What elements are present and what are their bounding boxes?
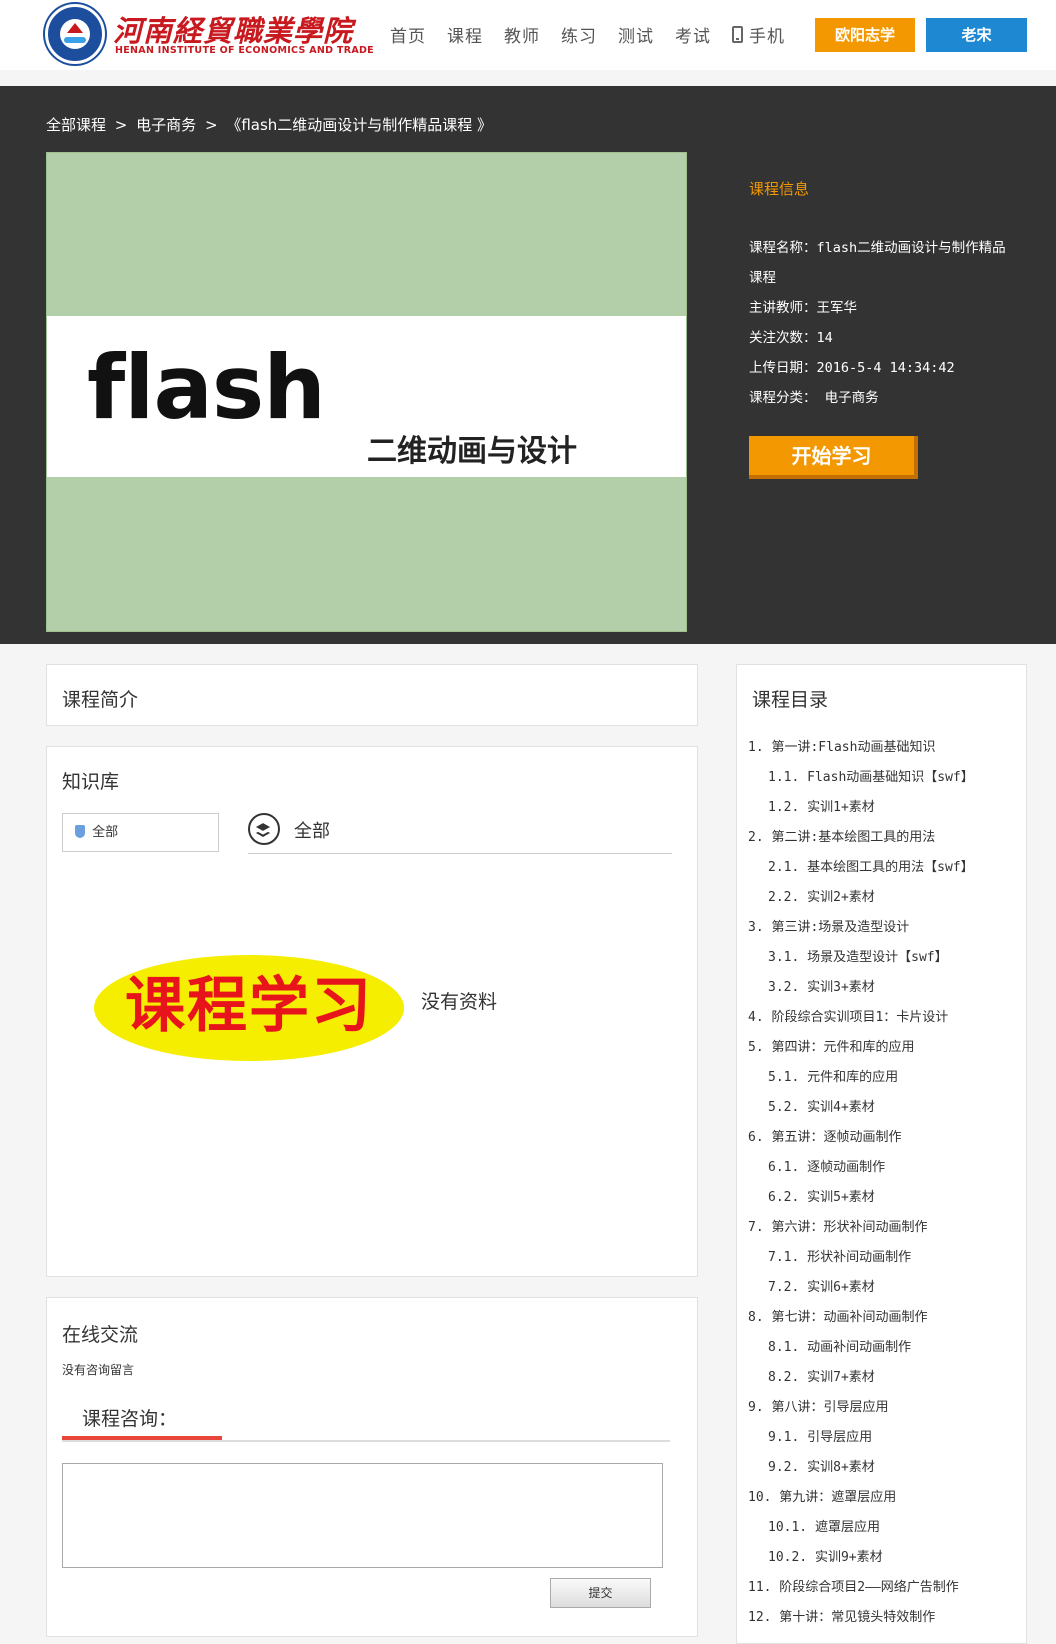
catalog-subitem[interactable]: 10.1. 遮罩层应用 bbox=[748, 1513, 1023, 1543]
nav-home[interactable]: 首页 bbox=[390, 22, 426, 47]
catalog-subitem[interactable]: 5.1. 元件和库的应用 bbox=[748, 1063, 1023, 1093]
cover-subtitle: 二维动画与设计 bbox=[367, 434, 577, 469]
course-name-row: 课程名称：flash二维动画设计与制作精品 bbox=[749, 240, 1006, 256]
college-seal-icon bbox=[45, 4, 105, 64]
catalog-subitem[interactable]: 10.2. 实训9+素材 bbox=[748, 1543, 1023, 1573]
start-learning-button[interactable]: 开始学习 bbox=[749, 436, 918, 479]
catalog-subitem[interactable]: 1.2. 实训1+素材 bbox=[748, 793, 1023, 823]
tree-node-icon bbox=[75, 825, 85, 838]
course-catalog-title: 课程目录 bbox=[752, 689, 829, 711]
breadcrumb-category[interactable]: 电子商务 bbox=[136, 116, 196, 134]
knowledge-tree[interactable]: 全部 bbox=[62, 813, 219, 852]
catalog-chapter[interactable]: 2. 第二讲:基本绘图工具的用法 bbox=[748, 823, 1023, 853]
catalog-chapter[interactable]: 11. 阶段综合项目2——网络广告制作 bbox=[748, 1573, 1023, 1603]
course-teacher-row: 主讲教师：王军华 bbox=[749, 300, 857, 316]
catalog-subitem[interactable]: 8.2. 实训7+素材 bbox=[748, 1363, 1023, 1393]
course-category-row: 课程分类： 电子商务 bbox=[749, 390, 879, 406]
catalog-chapter[interactable]: 7. 第六讲：形状补间动画制作 bbox=[748, 1213, 1023, 1243]
cover-banner: flash 二维动画与设计 bbox=[47, 316, 686, 477]
catalog-chapter[interactable]: 3. 第三讲:场景及造型设计 bbox=[748, 913, 1023, 943]
logo-chinese-name: 河南経貿職業學院 bbox=[113, 14, 354, 48]
catalog-list: 1. 第一讲:Flash动画基础知识 1.1. Flash动画基础知识【swf】 1… bbox=[748, 733, 1023, 1633]
breadcrumb-separator: > bbox=[204, 116, 218, 134]
knowledge-header: 全部 bbox=[248, 813, 672, 854]
nav-teachers[interactable]: 教师 bbox=[504, 22, 540, 47]
knowledge-base-panel: 知识库 全部 全部 课程学习 没有资料 bbox=[46, 746, 698, 1277]
consult-tab-underline bbox=[62, 1436, 222, 1440]
course-study-image: 课程学习 bbox=[94, 955, 404, 1061]
user-button-2[interactable]: 老宋 bbox=[926, 18, 1027, 52]
catalog-subitem[interactable]: 3.1. 场景及造型设计【swf】 bbox=[748, 943, 1023, 973]
catalog-subitem[interactable]: 5.2. 实训4+素材 bbox=[748, 1093, 1023, 1123]
main-nav: 首页 课程 教师 练习 测试 考试 手机 bbox=[390, 22, 806, 47]
submit-button[interactable]: 提交 bbox=[550, 1578, 651, 1608]
catalog-chapter[interactable]: 10. 第九讲：遮罩层应用 bbox=[748, 1483, 1023, 1513]
catalog-chapter[interactable]: 9. 第八讲：引导层应用 bbox=[748, 1393, 1023, 1423]
course-study-text: 课程学习 bbox=[125, 971, 373, 1041]
catalog-subitem[interactable]: 9.1. 引导层应用 bbox=[748, 1423, 1023, 1453]
nav-practice[interactable]: 练习 bbox=[561, 22, 597, 47]
knowledge-header-label: 全部 bbox=[294, 821, 330, 842]
catalog-subitem[interactable]: 2.2. 实训2+素材 bbox=[748, 883, 1023, 913]
layers-icon bbox=[248, 813, 280, 845]
mobile-phone-icon bbox=[732, 26, 743, 43]
catalog-subitem[interactable]: 3.2. 实训3+素材 bbox=[748, 973, 1023, 1003]
no-data-text: 没有资料 bbox=[421, 991, 498, 1013]
course-cover-image: flash 二维动画与设计 bbox=[46, 152, 687, 632]
nav-mobile-label: 手机 bbox=[749, 27, 785, 47]
catalog-chapter[interactable]: 6. 第五讲：逐帧动画制作 bbox=[748, 1123, 1023, 1153]
consult-textarea[interactable] bbox=[62, 1463, 663, 1568]
catalog-subitem[interactable]: 8.1. 动画补间动画制作 bbox=[748, 1333, 1023, 1363]
catalog-chapter[interactable]: 1. 第一讲:Flash动画基础知识 bbox=[748, 733, 1023, 763]
breadcrumb-course[interactable]: 《flash二维动画设计与制作精品课程 》 bbox=[226, 116, 492, 134]
online-exchange-title: 在线交流 bbox=[62, 1324, 139, 1346]
consult-tab[interactable]: 课程咨询： bbox=[82, 1404, 177, 1431]
no-messages-text: 没有咨询留言 bbox=[62, 1363, 135, 1377]
catalog-chapter[interactable]: 12. 第十讲：常见镜头特效制作 bbox=[748, 1603, 1023, 1633]
course-upload-row: 上传日期：2016-5-4 14:34:42 bbox=[749, 360, 955, 376]
logo-english-name: HENAN INSTITUTE OF ECONOMICS AND TRADE bbox=[115, 45, 374, 56]
catalog-chapter[interactable]: 8. 第七讲：动画补间动画制作 bbox=[748, 1303, 1023, 1333]
consult-tab-bar: 课程咨询： bbox=[62, 1398, 670, 1442]
catalog-subitem[interactable]: 7.1. 形状补间动画制作 bbox=[748, 1243, 1023, 1273]
course-intro-panel: 课程简介 bbox=[46, 664, 698, 726]
nav-exam[interactable]: 考试 bbox=[675, 22, 711, 47]
top-header: 河南経貿職業學院 HENAN INSTITUTE OF ECONOMICS AN… bbox=[0, 0, 1056, 70]
catalog-subitem[interactable]: 7.2. 实训6+素材 bbox=[748, 1273, 1023, 1303]
course-intro-title[interactable]: 课程简介 bbox=[62, 685, 138, 712]
catalog-chapter[interactable]: 5. 第四讲：元件和库的应用 bbox=[748, 1033, 1023, 1063]
tree-root-label[interactable]: 全部 bbox=[92, 825, 118, 840]
catalog-subitem[interactable]: 6.2. 实训5+素材 bbox=[748, 1183, 1023, 1213]
nav-courses[interactable]: 课程 bbox=[447, 22, 483, 47]
course-hero: 全部课程 > 电子商务 > 《flash二维动画设计与制作精品课程 》 flas… bbox=[0, 86, 1056, 644]
course-name-row-cont: 课程 bbox=[749, 270, 776, 286]
breadcrumb: 全部课程 > 电子商务 > 《flash二维动画设计与制作精品课程 》 bbox=[46, 114, 496, 135]
course-info: 课程信息 课程名称：flash二维动画设计与制作精品 课程 主讲教师：王军华 关… bbox=[749, 178, 1019, 413]
user-button-1[interactable]: 欧阳志学 bbox=[815, 18, 915, 52]
course-catalog-panel: 课程目录 1. 第一讲:Flash动画基础知识 1.1. Flash动画基础知识【… bbox=[736, 664, 1027, 1644]
college-logo[interactable]: 河南経貿職業學院 HENAN INSTITUTE OF ECONOMICS AN… bbox=[45, 4, 374, 64]
knowledge-base-title: 知识库 bbox=[62, 771, 120, 793]
online-exchange-panel: 在线交流 没有咨询留言 课程咨询： 提交 bbox=[46, 1297, 698, 1637]
course-follow-row: 关注次数：14 bbox=[749, 330, 833, 346]
cover-title: flash bbox=[87, 336, 326, 439]
catalog-subitem[interactable]: 6.1. 逐帧动画制作 bbox=[748, 1153, 1023, 1183]
breadcrumb-separator: > bbox=[114, 116, 128, 134]
catalog-subitem[interactable]: 1.1. Flash动画基础知识【swf】 bbox=[748, 763, 1023, 793]
course-info-heading: 课程信息 bbox=[749, 180, 810, 198]
catalog-chapter[interactable]: 4. 阶段综合实训项目1：卡片设计 bbox=[748, 1003, 1023, 1033]
breadcrumb-all-courses[interactable]: 全部课程 bbox=[46, 116, 106, 134]
nav-mobile[interactable]: 手机 bbox=[732, 22, 785, 47]
nav-test[interactable]: 测试 bbox=[618, 22, 654, 47]
catalog-subitem[interactable]: 9.2. 实训8+素材 bbox=[748, 1453, 1023, 1483]
catalog-subitem[interactable]: 2.1. 基本绘图工具的用法【swf】 bbox=[748, 853, 1023, 883]
